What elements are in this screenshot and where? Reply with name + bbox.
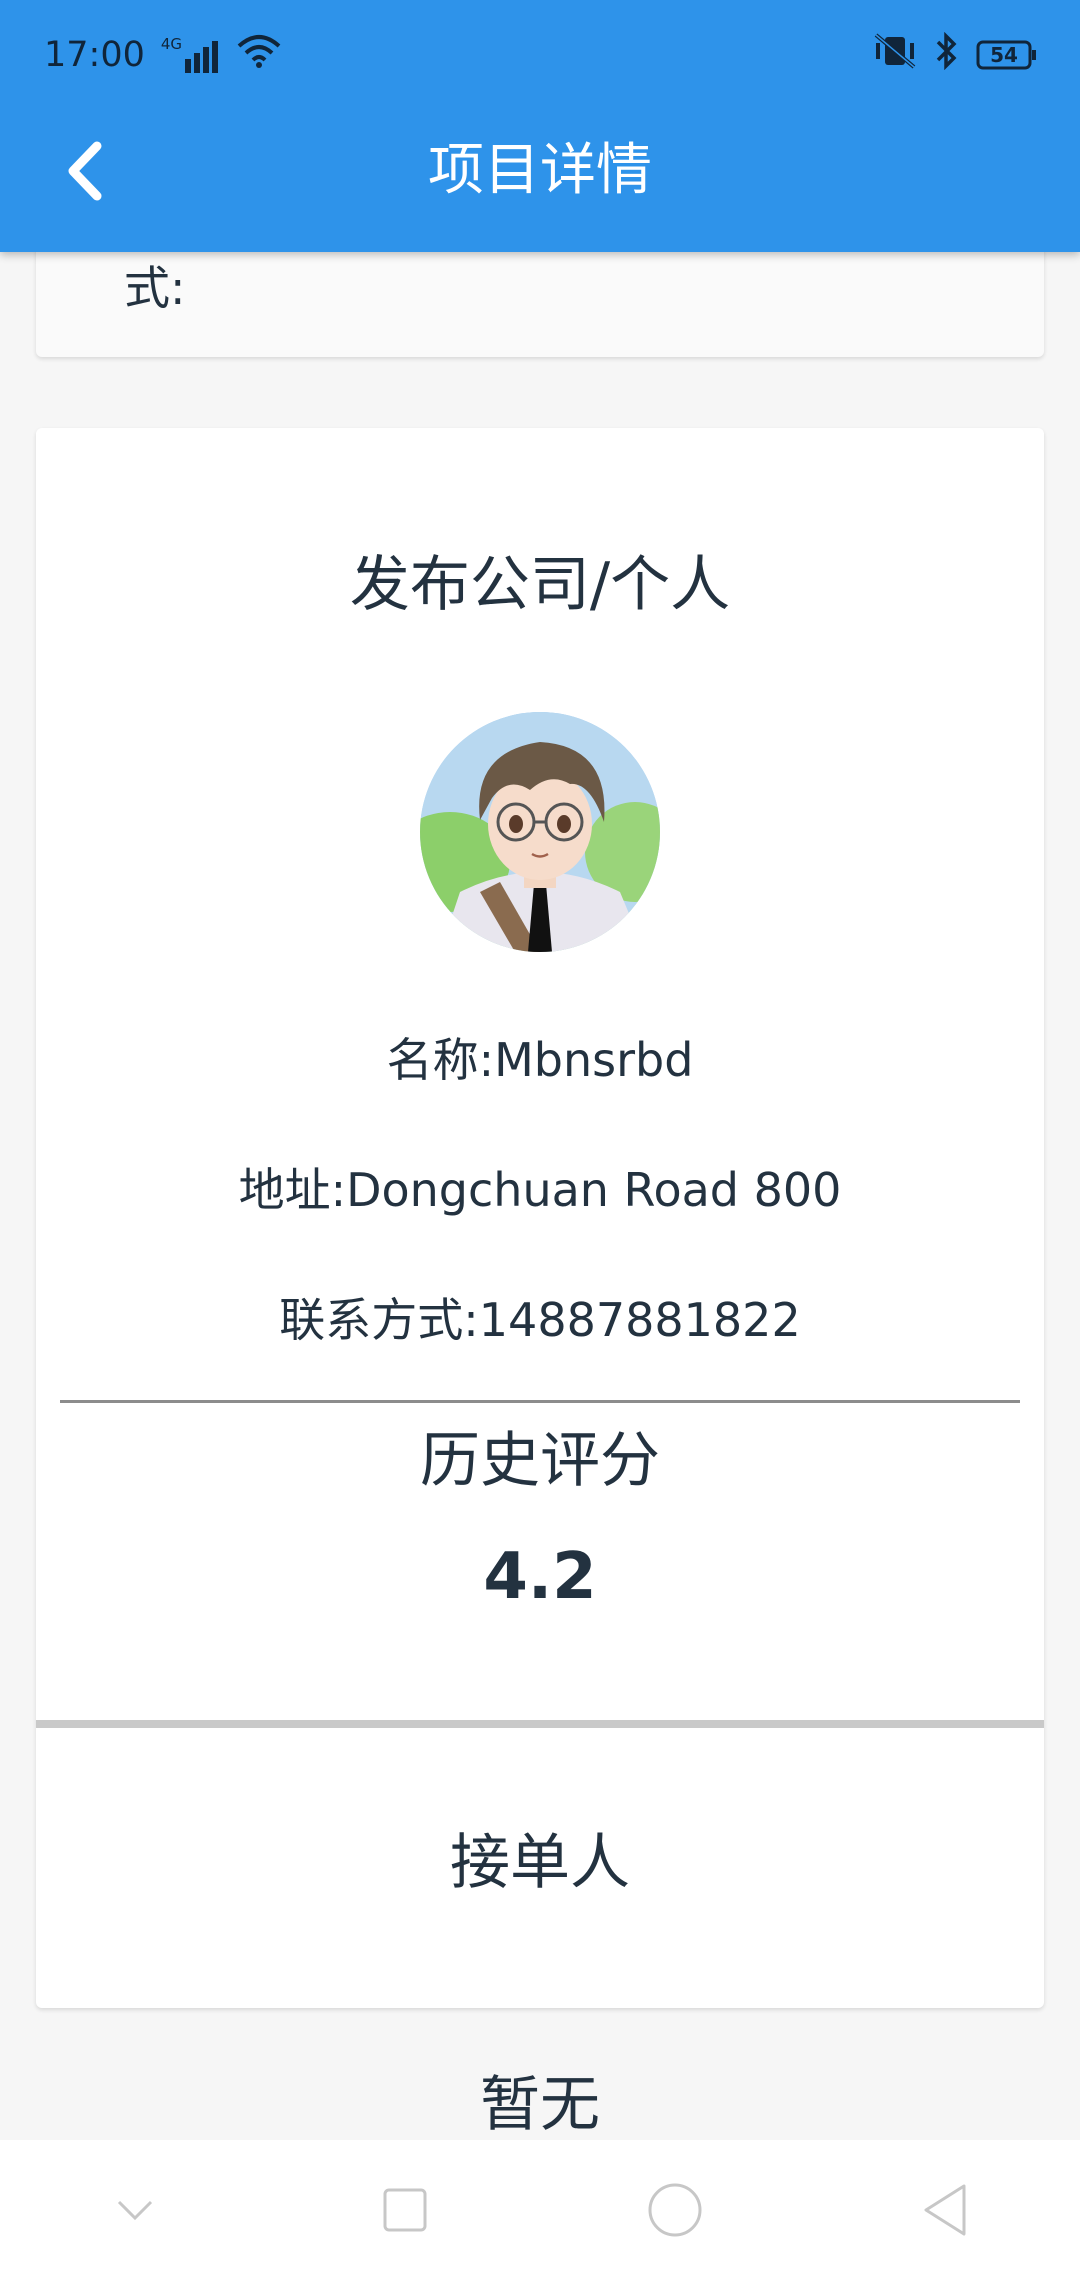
content-scroll[interactable]: 式: 发布公司/个人 名称:Mbnsrbd 地址:Dongchuan Road … bbox=[0, 252, 1080, 2140]
battery-level: 54 bbox=[990, 43, 1018, 67]
publisher-address: 地址:Dongchuan Road 800 bbox=[238, 1163, 842, 1217]
bluetooth-icon bbox=[934, 31, 960, 79]
status-bar: 17:00 4G 54 bbox=[44, 28, 1038, 82]
publisher-contact: 联系方式:14887881822 bbox=[279, 1293, 801, 1347]
project-info-card: 式: bbox=[36, 252, 1044, 357]
triangle-back-icon bbox=[924, 2184, 966, 2236]
avatar-image bbox=[420, 712, 660, 952]
collapse-button[interactable] bbox=[85, 2160, 185, 2260]
home-button[interactable] bbox=[625, 2160, 725, 2260]
circle-icon bbox=[648, 2183, 702, 2237]
contact-label-partial: 式: bbox=[124, 261, 186, 315]
section-divider bbox=[36, 1720, 1044, 1728]
rating-title: 历史评分 bbox=[420, 1426, 660, 1496]
network-type: 4G bbox=[160, 35, 183, 53]
chevron-down-icon bbox=[117, 2200, 153, 2221]
system-back-button[interactable] bbox=[895, 2160, 995, 2260]
receiver-section-title: 接单人 bbox=[450, 1828, 630, 1898]
divider bbox=[60, 1400, 1020, 1403]
publisher-section-title: 发布公司/个人 bbox=[349, 550, 731, 620]
app-header: 17:00 4G 54 项目详情 bbox=[0, 0, 1080, 252]
page-title: 项目详情 bbox=[428, 138, 652, 203]
nav-bar: 项目详情 bbox=[0, 126, 1080, 216]
avatar[interactable] bbox=[420, 712, 660, 952]
battery-icon: 54 bbox=[976, 40, 1038, 70]
publisher-card: 发布公司/个人 名称:Mbnsrbd 地址:Dongchuan Road 800… bbox=[36, 428, 1044, 2140]
publisher-name: 名称:Mbnsrbd bbox=[386, 1033, 694, 1087]
wifi-icon bbox=[237, 34, 281, 77]
vibrate-mute-icon bbox=[872, 32, 918, 78]
signal-icon: 4G bbox=[161, 37, 221, 73]
rating-value: 4.2 bbox=[483, 1540, 597, 1614]
square-icon bbox=[383, 2188, 427, 2232]
recents-button[interactable] bbox=[355, 2160, 455, 2260]
status-time: 17:00 bbox=[44, 35, 145, 75]
receiver-value: 暂无 bbox=[480, 2070, 600, 2140]
system-nav-bar bbox=[0, 2140, 1080, 2280]
